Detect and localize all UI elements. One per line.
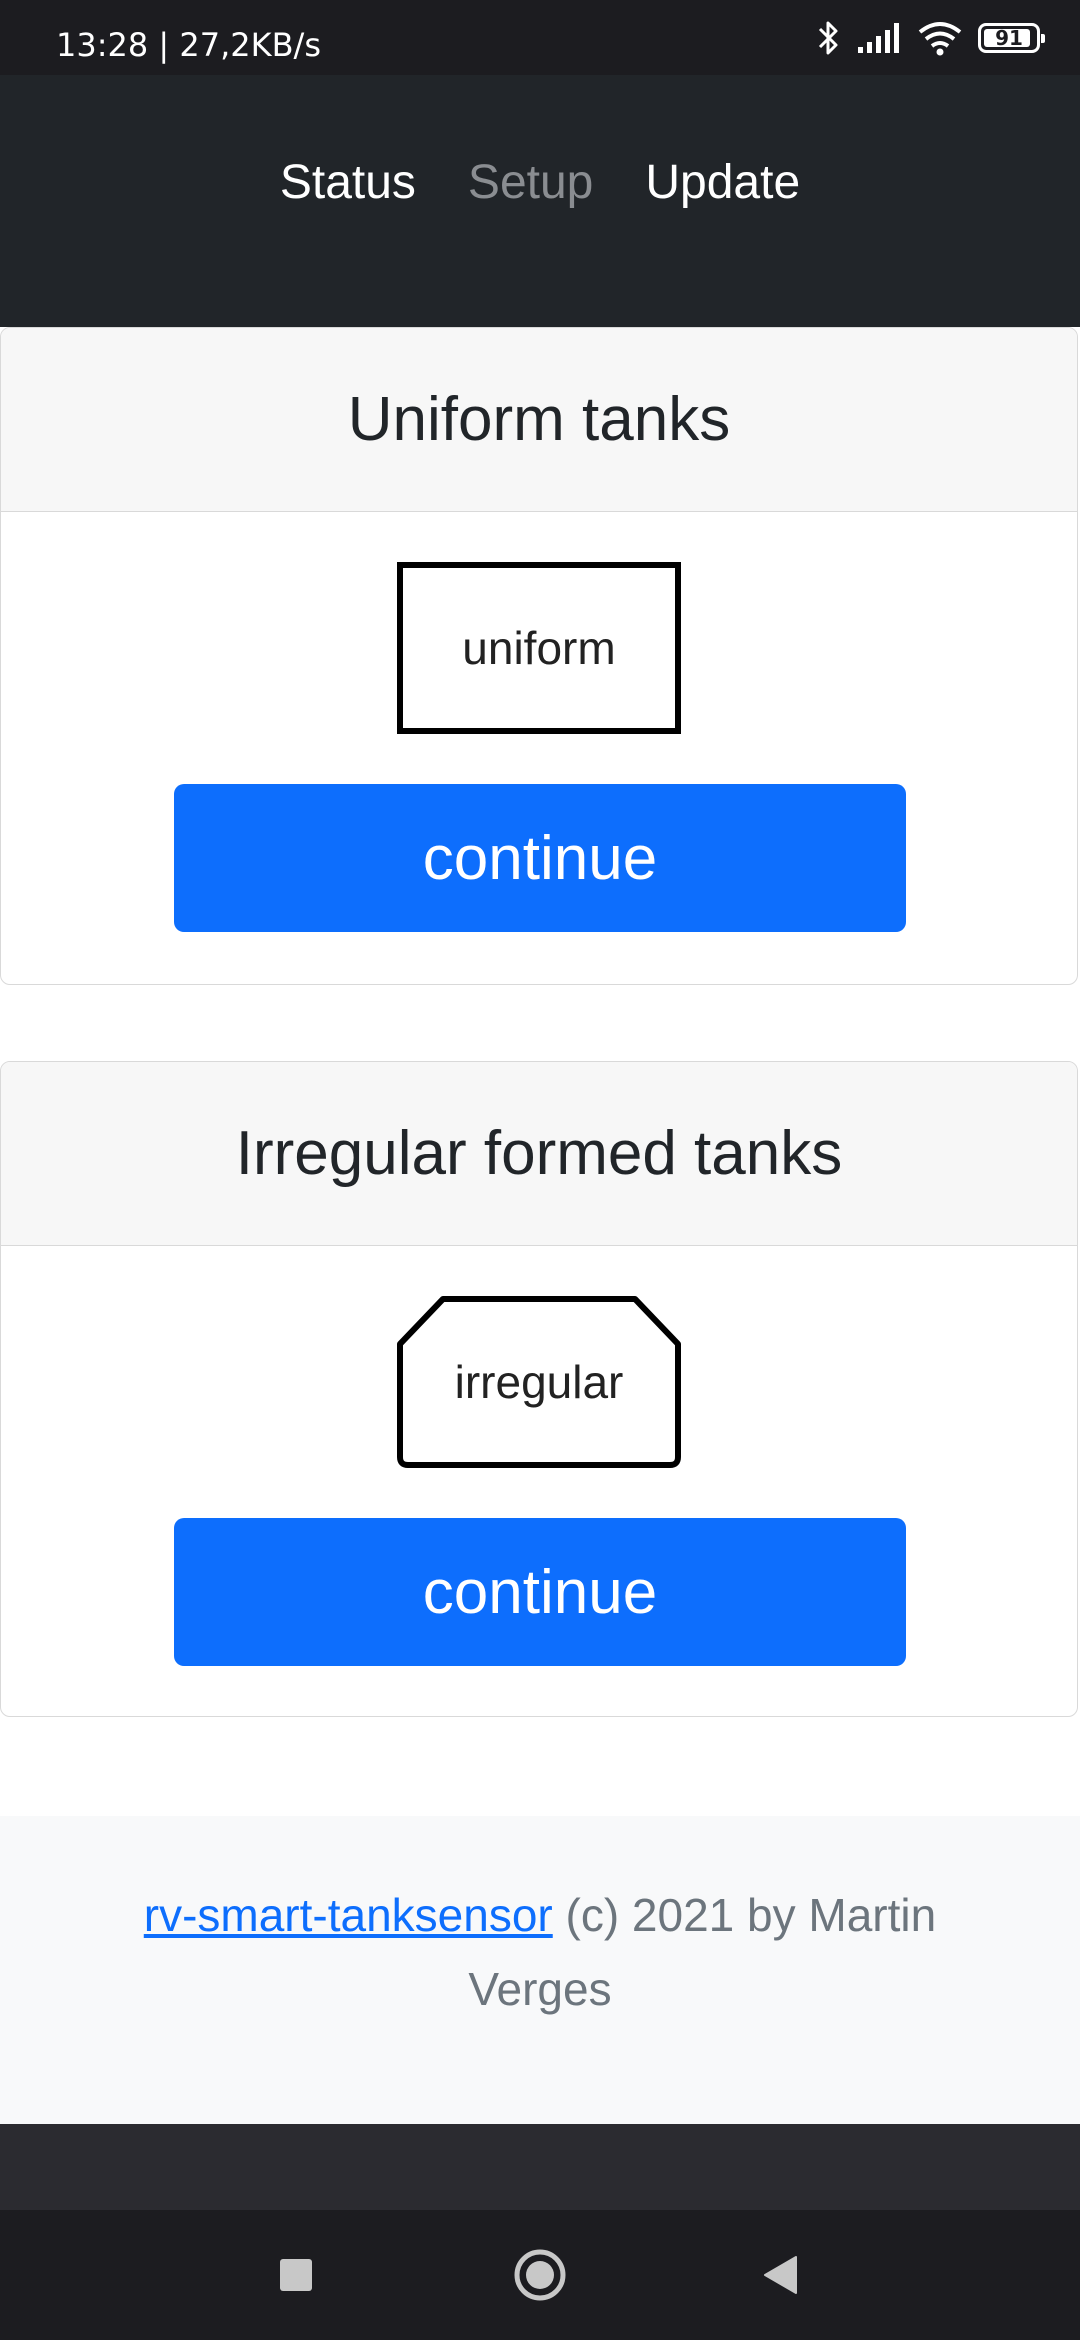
uniform-shape-image: uniform: [397, 562, 681, 734]
irregular-tanks-card: Irregular formed tanks irregular continu…: [0, 1061, 1078, 1717]
top-navbar: Status Setup Update: [0, 75, 1080, 327]
system-nav-bar: [0, 2210, 1080, 2340]
irregular-shape-image: irregular: [397, 1296, 681, 1468]
battery-icon: 91: [978, 23, 1045, 53]
bottom-strip: [0, 2124, 1080, 2210]
nav-links: Status Setup Update: [0, 155, 1080, 210]
home-button[interactable]: [490, 2210, 590, 2340]
status-icons: 91: [816, 16, 1045, 60]
footer-text: rv-smart-tanksensor (c) 2021 by Martin V…: [80, 1878, 1000, 2026]
home-circle-icon: [514, 2249, 566, 2301]
bluetooth-icon: [818, 21, 838, 55]
back-button[interactable]: [730, 2210, 830, 2340]
uniform-shape-label: uniform: [462, 622, 616, 674]
irregular-shape-label: irregular: [454, 1356, 624, 1408]
nav-link-setup[interactable]: Setup: [468, 155, 593, 210]
continue-uniform-button[interactable]: continue: [174, 784, 906, 932]
uniform-tanks-card: Uniform tanks uniform continue: [0, 327, 1078, 985]
battery-percent: 91: [995, 26, 1023, 50]
nav-link-status[interactable]: Status: [280, 155, 416, 210]
card-title-irregular: Irregular formed tanks: [1, 1062, 1077, 1246]
status-bar: 13:28 | 27,2KB/s 91: [0, 0, 1080, 75]
recents-button[interactable]: [246, 2210, 346, 2340]
signal-icon: [858, 23, 899, 53]
wifi-icon: [918, 22, 962, 56]
footer: rv-smart-tanksensor (c) 2021 by Martin V…: [0, 1816, 1080, 2124]
recents-square-icon: [280, 2259, 312, 2291]
project-link[interactable]: rv-smart-tanksensor: [144, 1889, 553, 1941]
continue-irregular-button[interactable]: continue: [174, 1518, 906, 1666]
nav-link-update[interactable]: Update: [645, 155, 800, 210]
status-time-speed: 13:28 | 27,2KB/s: [56, 26, 321, 64]
card-title-uniform: Uniform tanks: [1, 328, 1077, 512]
back-triangle-icon: [764, 2256, 797, 2294]
